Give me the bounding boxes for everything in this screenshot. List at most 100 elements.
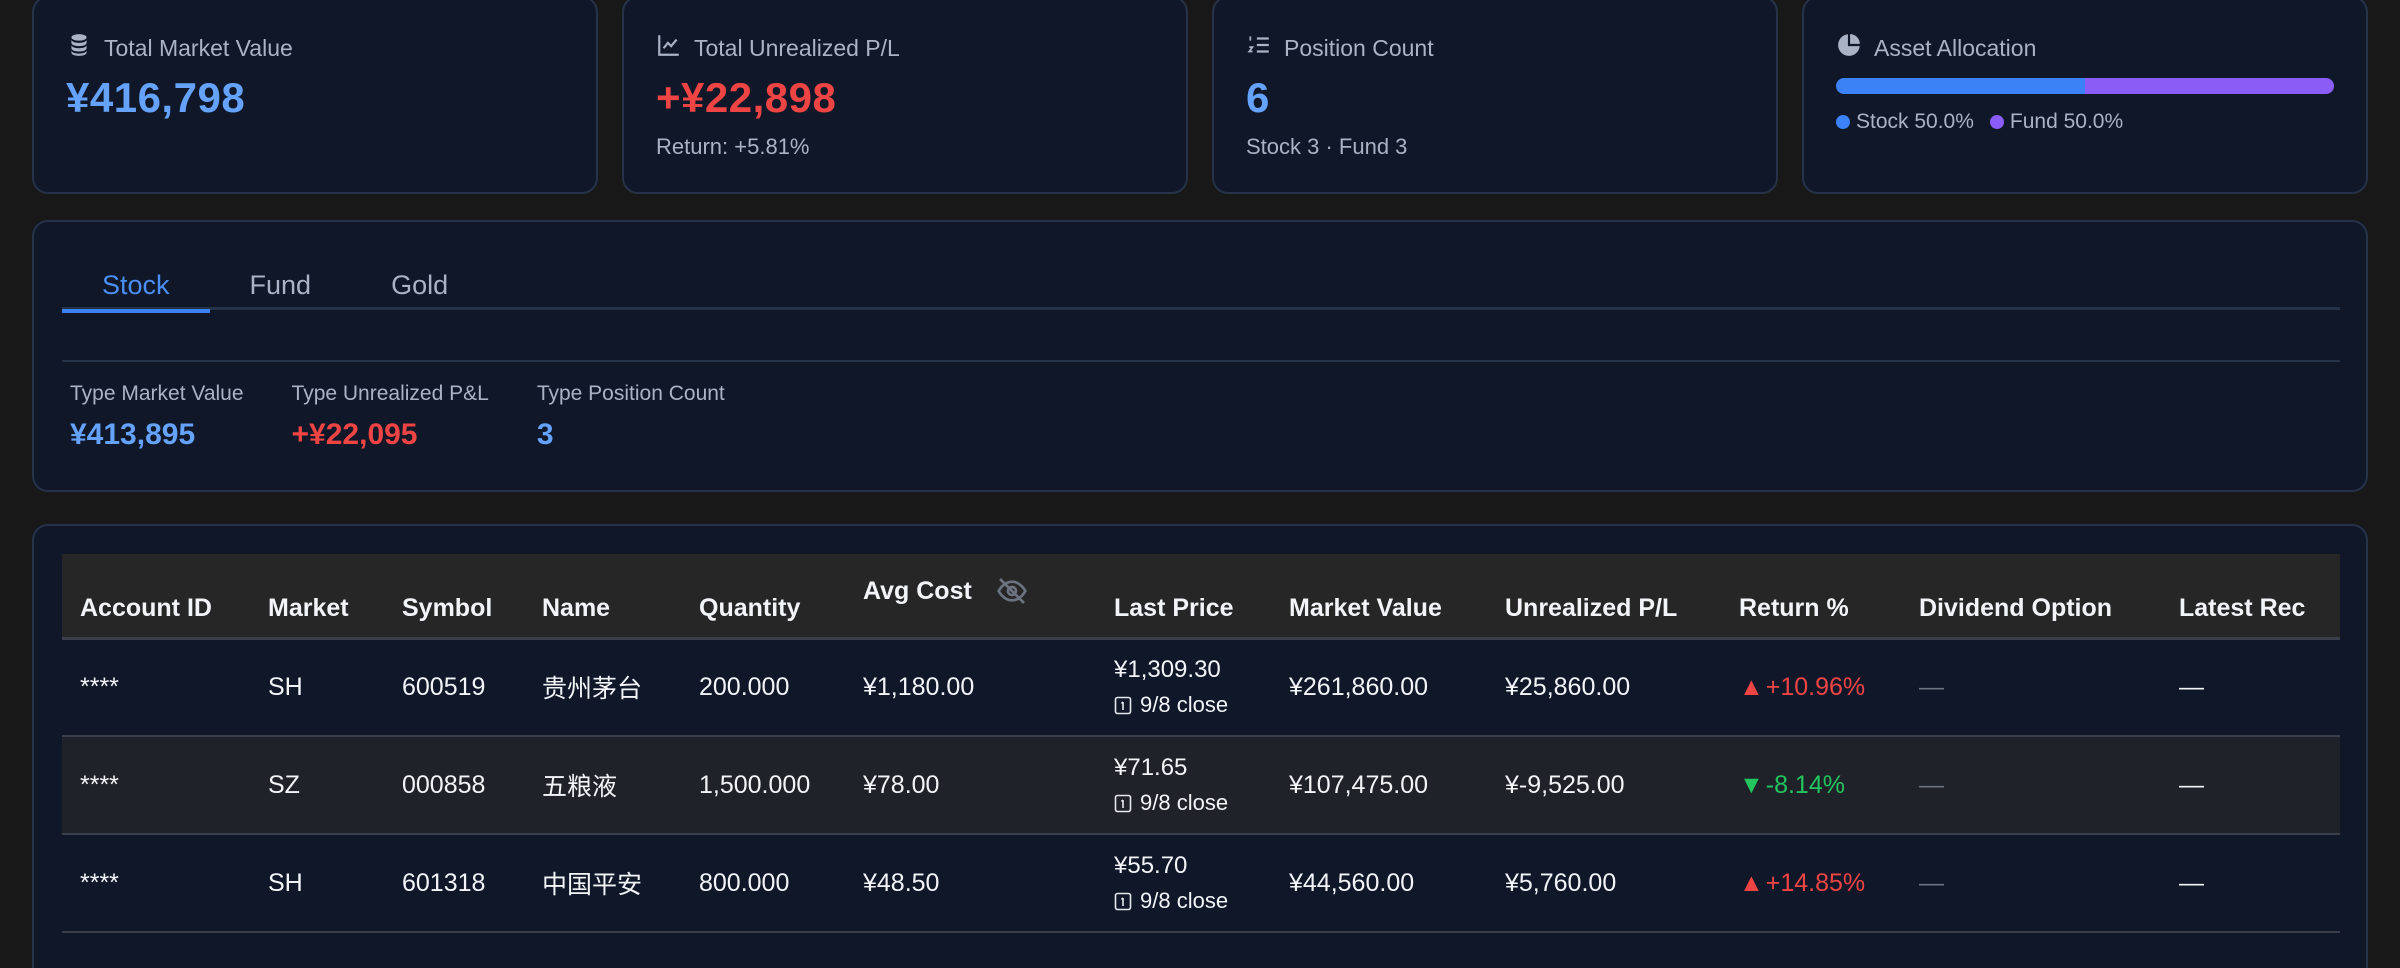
header-market-value[interactable]: Market Value — [1271, 554, 1487, 640]
header-unrealized[interactable]: Unrealized P/L — [1487, 554, 1721, 640]
numbered-list-icon — [1246, 32, 1272, 64]
return-pct-value: +14.85% — [1765, 868, 1866, 897]
pie-chart-icon — [1836, 32, 1862, 64]
holdings-panel: Account ID Market Symbol Name Quantity A… — [32, 524, 2368, 968]
tab-stock[interactable]: Stock — [62, 270, 210, 313]
header-last-price[interactable]: Last Price — [1096, 554, 1271, 640]
cell-market: SZ — [268, 770, 300, 799]
cell-last-price: ¥55.70 9/8 close — [1096, 834, 1271, 932]
cell-name: 中国平安 — [542, 871, 643, 899]
asset-allocation-card: Asset Allocation Stock 50.0% Fund 50.0% — [1802, 0, 2368, 194]
cell-avg-cost: ¥78.00 — [863, 770, 940, 799]
return-pct-value: -8.14% — [1765, 770, 1845, 799]
cell-symbol: 600519 — [402, 672, 486, 701]
line-chart-icon — [656, 32, 682, 64]
cell-quantity: 1,500.000 — [699, 770, 811, 799]
total-unrealized-header: Total Unrealized P/L — [656, 32, 900, 64]
last-price-value: ¥1,309.30 — [1114, 656, 1221, 684]
total-unrealized-card: Total Unrealized P/L +¥22,898 Return: +5… — [622, 0, 1188, 194]
cell-symbol: 601318 — [402, 868, 486, 897]
cell-name: 五粮液 — [542, 773, 618, 801]
triangle-up-icon: ▲ — [1739, 868, 1764, 897]
table-header-row: Account ID Market Symbol Name Quantity A… — [62, 554, 2340, 640]
cell-unrealized: ¥-9,525.00 — [1505, 770, 1625, 799]
cell-dividend-option: — — [1919, 770, 1944, 799]
cell-last-price: ¥1,309.30 9/8 close — [1096, 638, 1271, 736]
coins-icon — [66, 32, 92, 64]
cell-avg-cost: ¥48.50 — [863, 868, 940, 897]
cell-market-value: ¥107,475.00 — [1289, 770, 1429, 799]
legend-stock: Stock 50.0% — [1836, 110, 1974, 134]
divider — [62, 360, 2340, 362]
cell-account-id: **** — [80, 672, 119, 701]
asset-allocation-label: Asset Allocation — [1874, 34, 2037, 61]
header-return-pct[interactable]: Return % — [1721, 554, 1901, 640]
total-market-value-header: Total Market Value — [66, 32, 293, 64]
last-price-note: 9/8 close — [1114, 692, 1271, 718]
total-unrealized-value: +¥22,898 — [656, 74, 837, 121]
header-name[interactable]: Name — [524, 554, 681, 640]
type-unrealized-value: +¥22,095 — [291, 418, 418, 451]
allocation-bar — [1836, 78, 2334, 94]
header-quantity[interactable]: Quantity — [681, 554, 845, 640]
legend-fund: Fund 50.0% — [1989, 110, 2123, 134]
position-count-label: Position Count — [1284, 34, 1434, 61]
price-note-text: 9/8 close — [1140, 888, 1229, 913]
last-price-value: ¥71.65 — [1114, 754, 1188, 781]
type-market-value: Type Market Value ¥413,895 — [70, 382, 244, 452]
last-price-note: 9/8 close — [1114, 888, 1271, 914]
asset-allocation-header: Asset Allocation — [1836, 32, 2036, 64]
type-position-count-label: Type Position Count — [536, 382, 725, 405]
header-avg-cost-label: Avg Cost — [863, 576, 972, 605]
return-pct-value: +10.96% — [1765, 672, 1866, 701]
tab-fund[interactable]: Fund — [210, 270, 352, 310]
cell-last-price: ¥71.65 9/8 close — [1096, 736, 1271, 834]
cell-account-id: **** — [80, 868, 119, 897]
calendar-icon — [1114, 695, 1132, 715]
cell-latest-rec: — — [2179, 868, 2204, 897]
header-dividend-option[interactable]: Dividend Option — [1901, 554, 2161, 640]
eye-off-icon[interactable] — [996, 575, 1028, 607]
tab-gold[interactable]: Gold — [351, 270, 488, 310]
total-market-value-label: Total Market Value — [104, 34, 293, 61]
cell-market-value: ¥261,860.00 — [1289, 672, 1429, 701]
cell-return-pct: ▲+14.85% — [1721, 834, 1901, 932]
type-stats: Type Market Value ¥413,895 Type Unrealiz… — [70, 382, 725, 452]
total-unrealized-label: Total Unrealized P/L — [694, 34, 900, 61]
type-market-value-label: Type Market Value — [70, 382, 244, 405]
type-market-value-value: ¥413,895 — [70, 418, 196, 451]
allocation-fund-segment — [2085, 78, 2334, 94]
price-note-text: 9/8 close — [1140, 790, 1229, 815]
cell-quantity: 200.000 — [699, 672, 790, 701]
cell-name: 贵州茅台 — [542, 675, 643, 704]
header-symbol[interactable]: Symbol — [384, 554, 524, 640]
stock-dot-icon — [1836, 115, 1850, 129]
type-position-count-value: 3 — [536, 418, 554, 451]
total-return-text: Return: +5.81% — [656, 134, 810, 159]
fund-dot-icon — [1989, 115, 2004, 129]
calendar-icon — [1114, 793, 1132, 813]
asset-type-tabs: Stock Fund Gold — [62, 270, 2340, 313]
cell-dividend-option: — — [1919, 672, 1944, 701]
cell-market: SH — [268, 868, 303, 897]
header-avg-cost[interactable]: Avg Cost — [845, 554, 1096, 640]
total-market-value-card: Total Market Value ¥416,798 — [32, 0, 598, 194]
asset-type-panel: Stock Fund Gold Type Market Value ¥413,8… — [32, 220, 2368, 492]
position-count-card: Position Count 6 Stock 3 · Fund 3 — [1212, 0, 1778, 194]
holdings-table: Account ID Market Symbol Name Quantity A… — [62, 554, 2340, 933]
last-price-value: ¥55.70 — [1114, 852, 1188, 879]
header-latest-rec[interactable]: Latest Rec — [2161, 554, 2340, 640]
cell-return-pct: ▼-8.14% — [1721, 736, 1901, 834]
cell-market-value: ¥44,560.00 — [1289, 868, 1415, 897]
table-row[interactable]: **** SH 601318 中国平安 800.000 ¥48.50 ¥55.70 9/8 c… — [62, 834, 2340, 932]
table-row[interactable]: **** SZ 000858 五粮液 1,500.000 ¥78.00 ¥71.65 9/8 … — [62, 736, 2340, 834]
triangle-down-icon: ▼ — [1739, 770, 1764, 799]
table-row[interactable]: **** SH 600519 贵州茅台 200.000 ¥1,180.00 ¥1,309.3… — [62, 638, 2340, 736]
allocation-legend: Stock 50.0% Fund 50.0% — [1836, 110, 2123, 134]
cell-dividend-option: — — [1919, 868, 1944, 897]
triangle-up-icon: ▲ — [1739, 672, 1764, 701]
cell-unrealized: ¥25,860.00 — [1505, 672, 1631, 701]
header-account-id[interactable]: Account ID — [62, 554, 250, 640]
header-market[interactable]: Market — [250, 554, 384, 640]
cell-latest-rec: — — [2179, 672, 2204, 701]
